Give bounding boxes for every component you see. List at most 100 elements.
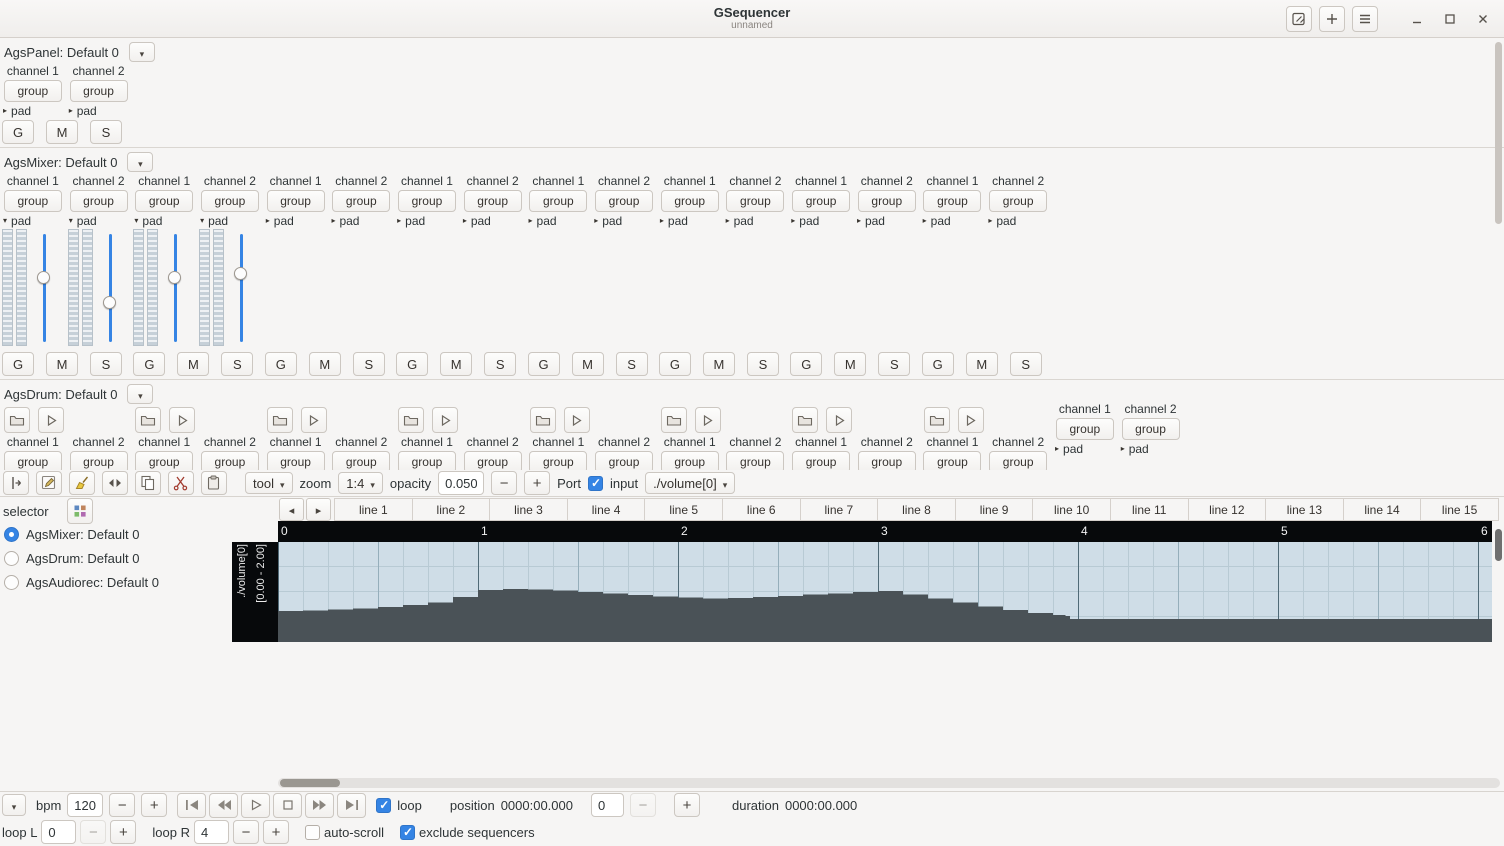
group-button[interactable]: group — [792, 451, 851, 470]
pad-expander[interactable]: ▸ pad — [460, 213, 526, 228]
group-button[interactable]: group — [397, 451, 456, 470]
add-machine-button[interactable] — [1319, 6, 1345, 32]
line-tab[interactable]: line 7 — [799, 498, 879, 521]
mute-button[interactable]: M — [177, 352, 210, 376]
maximize-button[interactable] — [1437, 6, 1463, 32]
group-button[interactable]: group — [792, 190, 851, 212]
line-tab[interactable]: line 10 — [1032, 498, 1111, 521]
close-button[interactable] — [1470, 6, 1496, 32]
opacity-increment-button[interactable]: + — [524, 471, 551, 495]
loop-checkbox[interactable] — [376, 797, 392, 813]
solo-button[interactable]: S — [90, 120, 122, 144]
pad-expander[interactable]: ▸ pad — [328, 213, 394, 228]
play-pad-button[interactable] — [563, 407, 590, 433]
line-tab[interactable]: line 6 — [721, 498, 801, 521]
open-drumkit-button[interactable] — [266, 407, 293, 433]
group-toggle-button[interactable]: G — [790, 352, 823, 376]
scrollbar-thumb[interactable] — [1495, 42, 1502, 224]
machine-menu-button[interactable] — [127, 152, 154, 172]
pad-expander[interactable]: ▸ pad — [1118, 441, 1184, 456]
mute-button[interactable]: M — [46, 120, 78, 144]
line-tab[interactable]: line 4 — [566, 498, 646, 521]
stop-button[interactable] — [273, 792, 303, 818]
group-button[interactable]: group — [726, 451, 785, 470]
mute-button[interactable]: M — [308, 352, 341, 376]
volume-slider[interactable] — [36, 229, 53, 347]
group-button[interactable]: group — [595, 190, 654, 212]
pad-expander[interactable]: ▸ pad — [591, 213, 657, 228]
group-toggle-button[interactable]: G — [396, 352, 429, 376]
group-toggle-button[interactable]: G — [921, 352, 954, 376]
pad-expander[interactable]: ▸ pad — [723, 213, 789, 228]
open-drumkit-button[interactable] — [923, 407, 950, 433]
group-button[interactable]: group — [69, 80, 128, 102]
bpm-decrement-button[interactable]: − — [109, 793, 136, 817]
line-tab[interactable]: line 11 — [1109, 498, 1189, 521]
group-button[interactable]: group — [3, 451, 62, 470]
line-tab[interactable]: line 5 — [644, 498, 723, 521]
open-drumkit-button[interactable] — [529, 407, 556, 433]
machine-selector-button[interactable] — [66, 498, 93, 524]
pad-expander[interactable]: ▸ pad — [788, 213, 854, 228]
mute-button[interactable]: M — [571, 352, 604, 376]
cut-button[interactable] — [168, 471, 194, 495]
group-button[interactable]: group — [200, 451, 259, 470]
notation-editor-button[interactable] — [1286, 6, 1312, 32]
mute-button[interactable]: M — [702, 352, 735, 376]
zoom-combo[interactable]: 1:4 — [338, 472, 383, 494]
group-button[interactable]: group — [200, 190, 259, 212]
volume-slider[interactable] — [233, 229, 250, 347]
pad-expander[interactable]: ▾ pad — [0, 213, 66, 228]
auto-scroll-checkbox[interactable] — [305, 824, 320, 840]
seek-forward-button[interactable] — [305, 792, 335, 818]
exclude-sequencers-checkbox[interactable] — [399, 824, 415, 840]
pad-expander[interactable]: ▾ pad — [131, 213, 197, 228]
pad-expander[interactable]: ▾ pad — [197, 213, 263, 228]
machine-menu-button[interactable] — [127, 384, 154, 404]
machines-vertical-scrollbar[interactable] — [1494, 40, 1503, 466]
group-button[interactable]: group — [69, 451, 128, 470]
timeline-ruler[interactable]: 0 1 2 3 4 5 6 — [278, 521, 1492, 542]
play-pad-button[interactable] — [300, 407, 327, 433]
solo-button[interactable]: S — [484, 352, 517, 376]
group-button[interactable]: group — [135, 451, 194, 470]
group-toggle-button[interactable]: G — [2, 120, 34, 144]
transport-expander-button[interactable] — [2, 794, 26, 816]
machine-radio-option[interactable]: AgsDrum: Default 0 — [4, 551, 230, 566]
radio-icon[interactable] — [4, 575, 19, 590]
automation-edit-area[interactable] — [278, 542, 1492, 642]
group-toggle-button[interactable]: G — [2, 352, 34, 376]
group-button[interactable]: group — [332, 190, 391, 212]
pad-expander[interactable]: ▸ pad — [394, 213, 460, 228]
scrollbar-thumb[interactable] — [280, 779, 340, 787]
line-tab[interactable]: line 15 — [1420, 498, 1499, 521]
skip-backward-button[interactable] — [177, 792, 207, 818]
paste-button[interactable] — [201, 471, 227, 495]
slider-handle[interactable] — [37, 271, 50, 284]
seek-backward-button[interactable] — [209, 792, 239, 818]
minimize-button[interactable] — [1404, 6, 1430, 32]
group-button[interactable]: group — [923, 451, 982, 470]
pad-expander[interactable]: ▸ pad — [263, 213, 329, 228]
group-button[interactable]: group — [595, 451, 654, 470]
volume-slider[interactable] — [167, 229, 184, 347]
line-tab[interactable]: line 2 — [411, 498, 491, 521]
group-button[interactable]: group — [3, 190, 62, 212]
pad-expander[interactable]: ▸ pad — [920, 213, 986, 228]
open-drumkit-button[interactable] — [135, 407, 162, 433]
machine-radio-option[interactable]: AgsMixer: Default 0 — [4, 527, 230, 542]
play-pad-button[interactable] — [432, 407, 459, 433]
group-button[interactable]: group — [989, 190, 1048, 212]
menu-button[interactable] — [1352, 6, 1378, 32]
pad-expander[interactable]: ▸ pad — [1052, 441, 1118, 456]
play-pad-button[interactable] — [38, 407, 64, 433]
port-combo[interactable]: ./volume[0] — [645, 472, 736, 494]
loop-right-increment-button[interactable]: + — [263, 820, 289, 844]
group-button[interactable]: group — [726, 190, 785, 212]
clear-tool-button[interactable] — [69, 471, 95, 495]
bpm-input[interactable] — [67, 793, 104, 817]
mute-button[interactable]: M — [965, 352, 998, 376]
group-button[interactable]: group — [529, 190, 588, 212]
group-button[interactable]: group — [69, 190, 128, 212]
solo-button[interactable]: S — [352, 352, 385, 376]
